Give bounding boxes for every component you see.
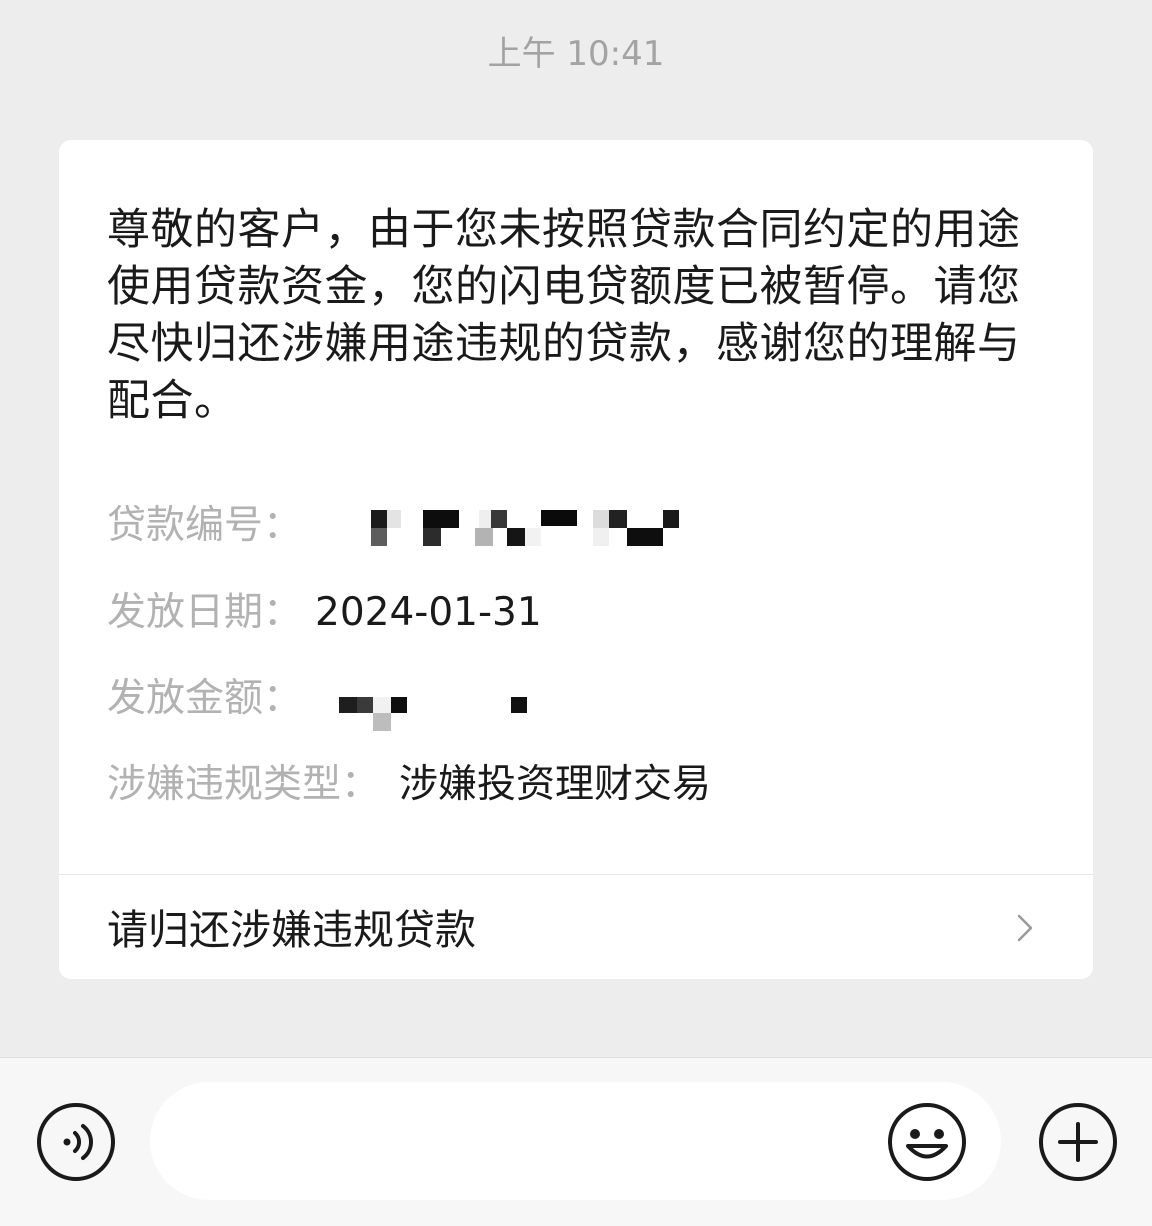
violation-type-label: 涉嫌违规类型： <box>107 762 381 807</box>
loan-id-row: 贷款编号： <box>107 500 302 552</box>
voice-button[interactable] <box>35 1101 117 1183</box>
issue-amount-label: 发放金额： <box>107 676 303 721</box>
violation-type-row: 涉嫌违规类型： 涉嫌投资理财交易 <box>107 759 711 811</box>
notification-card: 尊敬的客户，由于您未按照贷款合同约定的用途使用贷款资金，您的闪电贷额度已被暂停。… <box>59 140 1093 979</box>
issue-amount-redacted-mosaic <box>339 695 529 731</box>
notification-message: 尊敬的客户，由于您未按照贷款合同约定的用途使用贷款资金，您的闪电贷额度已被暂停。… <box>107 205 1021 426</box>
chevron-right-icon <box>1017 914 1033 942</box>
issue-date-row: 发放日期： 2024-01-31 <box>107 587 542 639</box>
issue-date-value: 2024-01-31 <box>315 590 542 635</box>
repay-loan-link[interactable]: 请归还涉嫌违规贷款 <box>59 875 1093 979</box>
emoji-icon <box>888 1103 966 1181</box>
more-actions-button[interactable] <box>1037 1101 1119 1183</box>
issue-date-label: 发放日期： <box>107 590 303 635</box>
message-input[interactable] <box>150 1082 1001 1200</box>
repay-loan-label: 请归还涉嫌违规贷款 <box>107 906 476 954</box>
chat-input-bar <box>0 1057 1152 1226</box>
loan-id-redacted-mosaic <box>371 508 681 546</box>
loan-id-label: 贷款编号： <box>107 503 303 548</box>
emoji-button[interactable] <box>886 1101 968 1183</box>
message-timestamp: 上午 10:41 <box>487 34 665 74</box>
voice-icon <box>37 1103 115 1181</box>
plus-icon <box>1039 1103 1117 1181</box>
issue-amount-row: 发放金额： <box>107 673 302 725</box>
violation-type-value: 涉嫌投资理财交易 <box>399 762 712 807</box>
